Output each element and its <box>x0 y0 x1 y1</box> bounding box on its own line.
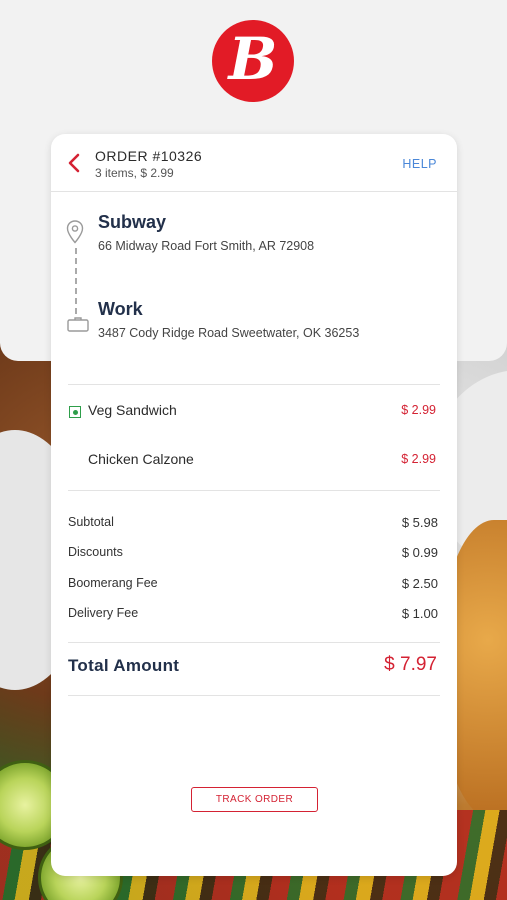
order-item-summary: 3 items, $ 2.99 <box>95 166 174 180</box>
divider <box>68 695 440 696</box>
dropoff-address: 3487 Cody Ridge Road Sweetwater, OK 3625… <box>98 326 360 340</box>
order-details-card: ORDER #10326 3 items, $ 2.99 HELP Subway… <box>51 134 457 876</box>
track-order-button[interactable]: TRACK ORDER <box>191 787 318 812</box>
total-label: Total Amount <box>68 656 180 675</box>
dropoff-name: Work <box>98 299 143 319</box>
summary-label: Boomerang Fee <box>68 576 158 590</box>
list-item: Chicken Calzone $ 2.99 <box>51 451 457 475</box>
pickup-address: 66 Midway Road Fort Smith, AR 72908 <box>98 239 315 253</box>
summary-label: Subtotal <box>68 515 114 529</box>
summary-row-discounts: Discounts $ 0.99 <box>68 545 440 565</box>
summary-label: Discounts <box>68 545 123 559</box>
veg-indicator-icon <box>69 406 81 418</box>
summary-value: $ 1.00 <box>401 606 438 621</box>
location-pin-icon <box>66 220 84 244</box>
pickup-name: Subway <box>98 212 167 232</box>
delivery-route: Subway 66 Midway Road Fort Smith, AR 729… <box>51 192 457 386</box>
item-price: $ 2.99 <box>401 403 436 417</box>
order-header: ORDER #10326 3 items, $ 2.99 HELP <box>51 134 457 192</box>
summary-value: $ 2.50 <box>401 576 438 591</box>
summary-row-delivery-fee: Delivery Fee $ 1.00 <box>68 606 440 626</box>
item-price: $ 2.99 <box>401 452 436 466</box>
summary-label: Delivery Fee <box>68 606 139 620</box>
route-line <box>75 248 77 314</box>
divider <box>68 384 440 385</box>
app-logo: B <box>212 20 294 102</box>
logo-letter: B <box>228 25 278 93</box>
order-id: ORDER #10326 <box>95 148 203 164</box>
item-name: Chicken Calzone <box>88 451 194 467</box>
briefcase-icon <box>67 316 89 332</box>
help-link[interactable]: HELP <box>402 157 437 171</box>
summary-value: $ 5.98 <box>401 515 438 530</box>
total-value: $ 7.97 <box>384 654 437 675</box>
divider <box>68 490 440 491</box>
summary-row-boomerang-fee: Boomerang Fee $ 2.50 <box>68 576 440 596</box>
divider <box>68 642 440 643</box>
list-item: Veg Sandwich $ 2.99 <box>51 402 457 426</box>
summary-value: $ 0.99 <box>401 545 438 560</box>
back-arrow-icon[interactable] <box>67 152 87 174</box>
item-name: Veg Sandwich <box>88 402 177 418</box>
summary-row-subtotal: Subtotal $ 5.98 <box>68 515 440 535</box>
